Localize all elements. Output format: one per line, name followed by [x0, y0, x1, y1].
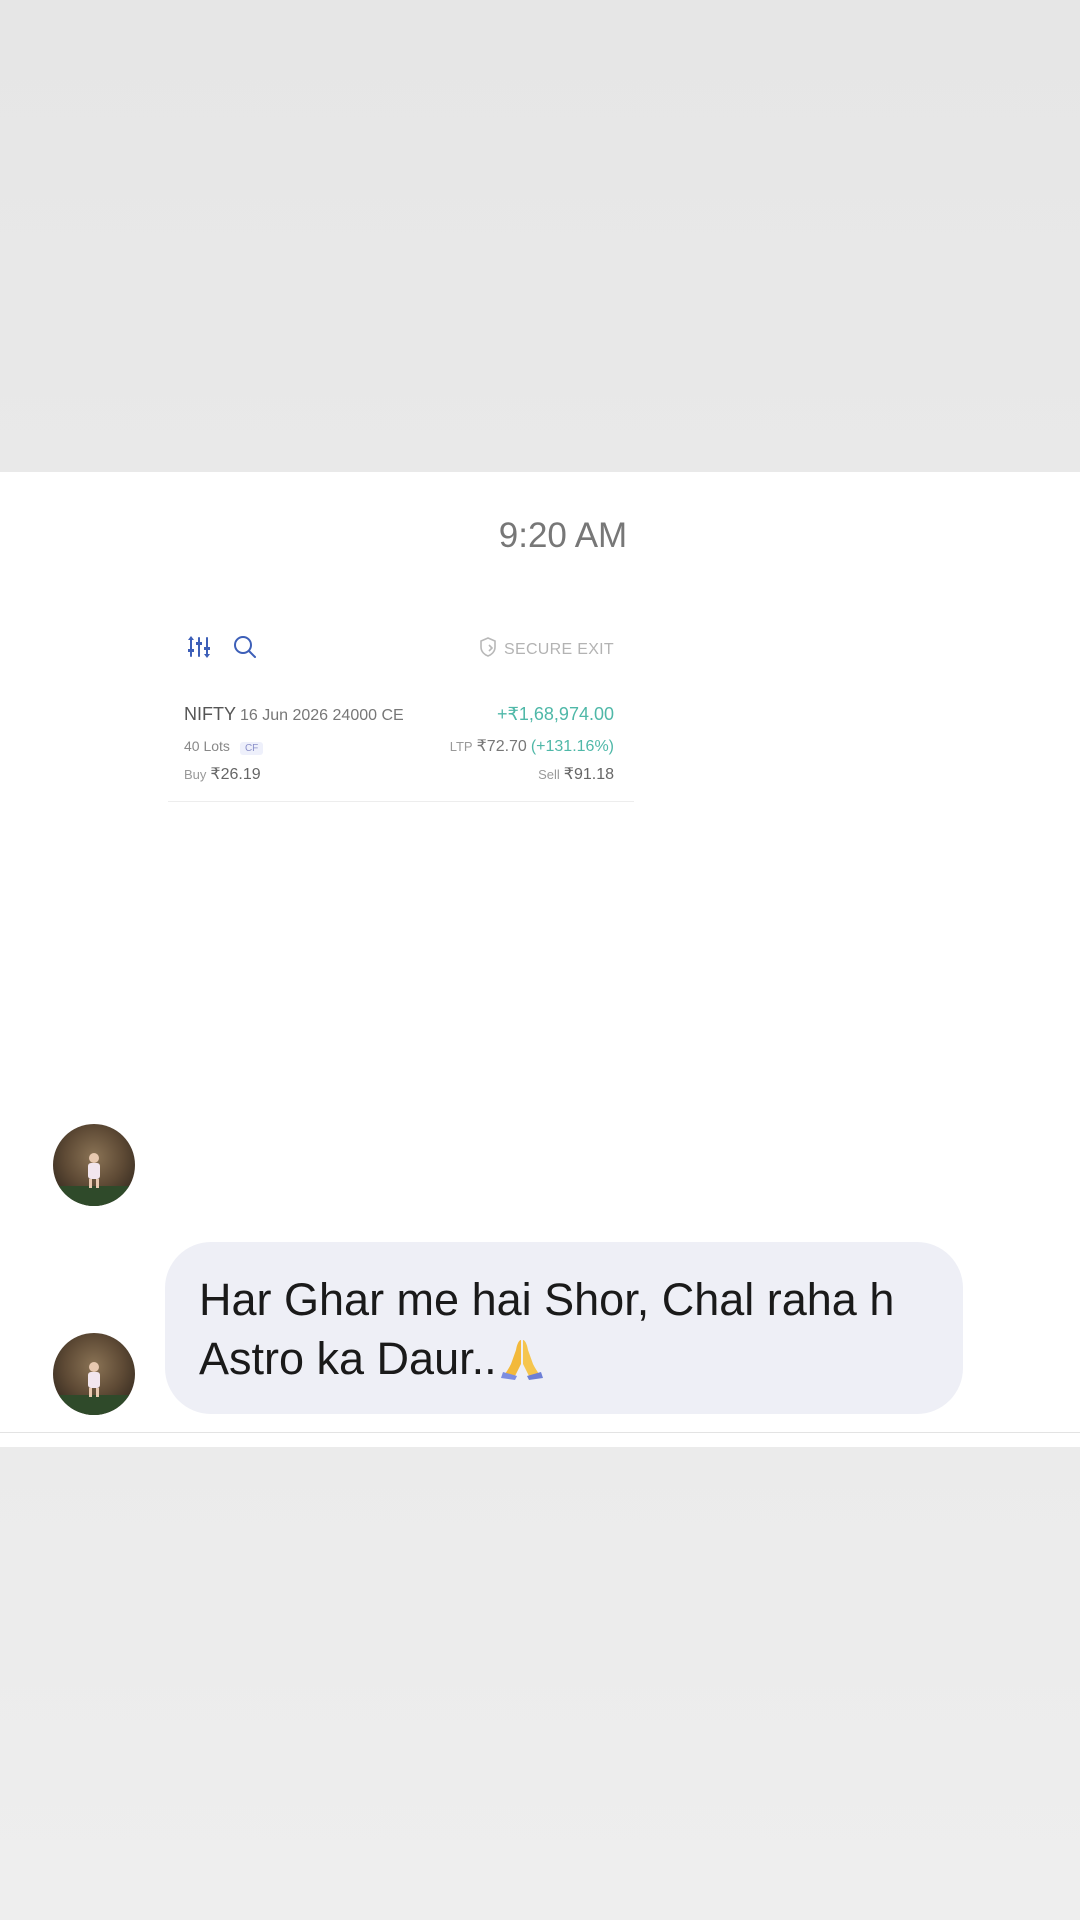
buy-value: ₹26.19 — [210, 766, 261, 783]
bottom-background — [0, 1447, 1080, 1920]
position-row-top: NIFTY 16 Jun 2026 24000 CE +₹1,68,974.00 — [184, 704, 614, 725]
secure-exit-button[interactable]: SECURE EXIT — [478, 636, 614, 663]
message-text: Har Ghar me hai Shor, Chal raha h Astro … — [199, 1274, 895, 1384]
profit-loss-value: +₹1,68,974.00 — [496, 704, 614, 724]
sell-info: Sell ₹91.18 — [538, 764, 614, 784]
instrument-symbol: NIFTY — [184, 704, 236, 724]
sell-value: ₹91.18 — [563, 766, 614, 783]
filter-sliders-icon[interactable] — [186, 634, 212, 660]
search-icon[interactable] — [232, 634, 258, 660]
ltp-change: (+131.16%) — [530, 738, 614, 755]
message-bubble[interactable]: Har Ghar me hai Shor, Chal raha h Astro … — [165, 1242, 963, 1414]
chat-panel: 9:20 AM SECURE EXIT NIFTY 16 Jun 2026 24… — [0, 472, 1080, 1447]
ltp-info: LTP ₹72.70 (+131.16%) — [450, 736, 614, 756]
buy-info: Buy ₹26.19 — [184, 764, 261, 784]
instrument-contract: 16 Jun 2026 24000 CE — [240, 707, 404, 724]
position-row-middle: 40 Lots CF LTP ₹72.70 (+131.16%) — [184, 736, 614, 756]
avatar[interactable] — [53, 1124, 135, 1206]
ltp-label: LTP — [449, 739, 473, 754]
message-timestamp: 9:20 AM — [498, 516, 628, 555]
position-screenshot-card[interactable]: SECURE EXIT NIFTY 16 Jun 2026 24000 CE +₹… — [168, 624, 634, 804]
sell-label: Sell — [538, 767, 560, 782]
top-background — [0, 0, 1080, 472]
ltp-value: ₹72.70 — [476, 738, 527, 755]
position-row-bottom: Buy ₹26.19 Sell ₹91.18 — [184, 764, 614, 784]
folded-hands-icon — [499, 1334, 545, 1380]
cf-badge: CF — [239, 742, 264, 755]
secure-exit-label: SECURE EXIT — [504, 640, 614, 658]
shield-icon — [478, 636, 498, 663]
avatar[interactable] — [53, 1333, 135, 1415]
card-divider — [168, 801, 634, 802]
lots-count: 40 Lots — [184, 738, 230, 754]
chat-bottom-divider — [0, 1432, 1080, 1433]
buy-label: Buy — [184, 767, 207, 782]
